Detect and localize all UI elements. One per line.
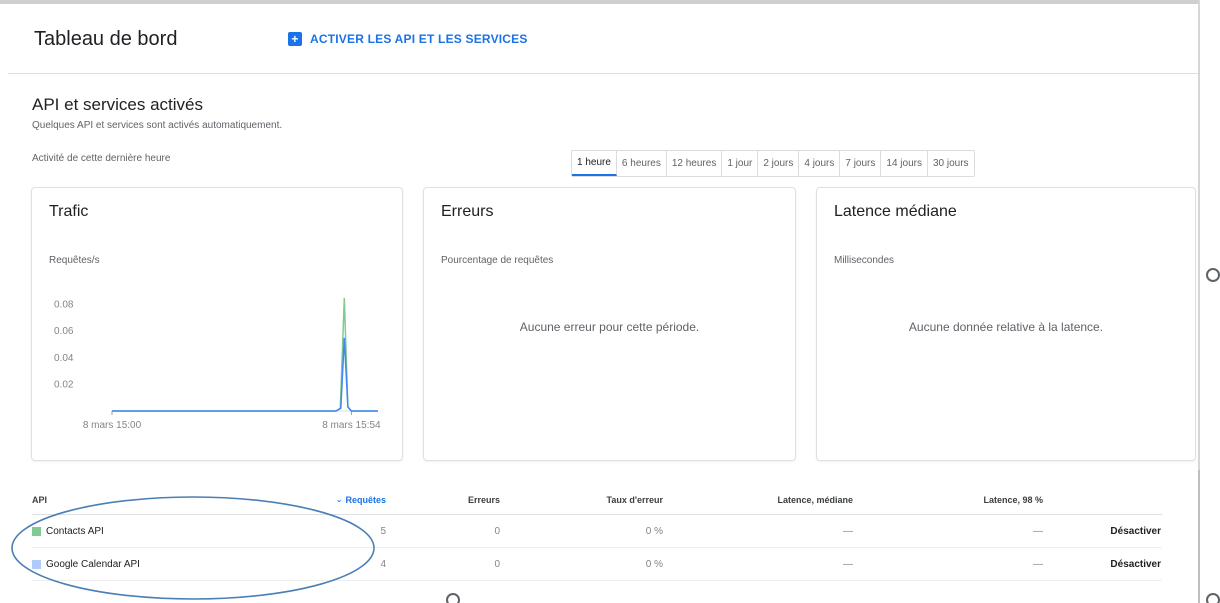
time-range-option[interactable]: 1 jour (722, 151, 759, 176)
table-header: API ⌄ Requêtes Erreurs Taux d'erreur Lat… (32, 485, 1162, 515)
section-subtitle: Quelques API et services sont activés au… (32, 120, 283, 131)
latency-card-title: Latence médiane (834, 203, 957, 220)
y-tick-label: 0.02 (54, 379, 74, 390)
y-tick-label: 0.08 (54, 300, 74, 311)
time-range-option[interactable]: 14 jours (881, 151, 928, 176)
disable-button[interactable]: Désactiver (1043, 559, 1161, 570)
x-tick-label: 8 mars 15:54 (322, 420, 381, 431)
errors-card-title: Erreurs (441, 203, 494, 220)
activity-label: Activité de cette dernière heure (32, 153, 171, 164)
api-table: API ⌄ Requêtes Erreurs Taux d'erreur Lat… (32, 485, 1162, 581)
col-header-latency-median[interactable]: Latence, médiane (663, 495, 853, 505)
error-rate-cell: 0 % (645, 525, 663, 537)
time-range-option[interactable]: 1 heure (572, 151, 617, 176)
plus-box-icon: + (288, 32, 302, 46)
col-header-errors[interactable]: Erreurs (386, 495, 500, 505)
resize-handle-corner[interactable] (1206, 593, 1220, 603)
time-range-selector: 1 heure 6 heures 12 heures 1 jour 2 jours 4 j… (571, 150, 975, 177)
errors-cell: 0 (494, 525, 500, 537)
page-title: Tableau de bord (34, 28, 178, 50)
latency-card-unit: Millisecondes (834, 255, 895, 266)
error-rate-cell: 0 % (645, 558, 663, 570)
latency-median-cell: — (843, 525, 853, 537)
traffic-card: Trafic Requêtes/s 0.02 0.04 0.06 0.08 8 mars… (31, 187, 403, 461)
errors-card-unit: Pourcentage de requêtes (441, 255, 554, 266)
time-range-option[interactable]: 7 jours (840, 151, 882, 176)
errors-card: Erreurs Pourcentage de requêtes Aucune e… (423, 187, 796, 461)
resize-handle-right[interactable] (1206, 268, 1220, 282)
latency-98-cell: — (1033, 525, 1043, 537)
errors-empty-message: Aucune erreur pour cette période. (519, 320, 700, 334)
requests-cell: 4 (380, 558, 386, 570)
time-range-option[interactable]: 4 jours (799, 151, 841, 176)
col-header-requests-label: Requêtes (345, 494, 386, 505)
api-name[interactable]: Google Calendar API (46, 559, 140, 570)
col-header-latency-98[interactable]: Latence, 98 % (853, 495, 1043, 505)
enable-apis-label: ACTIVER LES API ET LES SERVICES (310, 32, 528, 46)
page-header: Tableau de bord + ACTIVER LES API ET LES… (8, 4, 1198, 74)
section-title: API et services activés (32, 95, 204, 114)
errors-cell: 0 (494, 558, 500, 570)
traffic-chart: 0.02 0.04 0.06 0.08 8 mars 15:00 8 mars 15:54 (54, 297, 381, 431)
time-range-option[interactable]: 30 jours (928, 151, 974, 176)
time-range-option[interactable]: 12 heures (667, 151, 723, 176)
requests-cell: 5 (380, 525, 386, 537)
col-header-requests[interactable]: ⌄ Requêtes (314, 494, 386, 505)
api-name-cell[interactable]: Google Calendar API (32, 559, 314, 570)
time-range-option[interactable]: 2 jours (758, 151, 800, 176)
arrow-down-icon: ⌄ (335, 495, 343, 505)
col-header-error-rate[interactable]: Taux d'erreur (500, 495, 664, 505)
resize-handle-bottom[interactable] (446, 593, 460, 603)
api-color-swatch (32, 526, 41, 536)
enable-apis-button[interactable]: + ACTIVER LES API ET LES SERVICES (288, 32, 528, 46)
time-range-option[interactable]: 6 heures (617, 151, 667, 176)
latency-median-cell: — (843, 558, 853, 570)
api-name[interactable]: Contacts API (46, 526, 104, 537)
col-header-api: API (32, 494, 48, 505)
table-body: Contacts API 5 0 0 % — — Désactiver Google Cale… (32, 515, 1162, 581)
x-tick-label: 8 mars 15:00 (83, 420, 142, 431)
y-tick-label: 0.04 (54, 353, 74, 364)
series-line-1 (112, 337, 378, 412)
table-row[interactable]: Google Calendar API 4 0 0 % — — Désactiver (32, 548, 1162, 581)
y-tick-label: 0.06 (54, 326, 74, 337)
disable-button[interactable]: Désactiver (1043, 526, 1161, 537)
latency-98-cell: — (1033, 558, 1043, 570)
latency-card: Latence médiane Millisecondes Aucune don… (816, 187, 1196, 461)
series-line-0 (112, 297, 378, 412)
table-row[interactable]: Contacts API 5 0 0 % — — Désactiver (32, 515, 1162, 548)
latency-empty-message: Aucune donnée relative à la latence. (908, 320, 1104, 334)
window-right-border-lower (1198, 470, 1200, 603)
api-color-swatch (32, 559, 41, 569)
api-name-cell[interactable]: Contacts API (32, 526, 314, 537)
